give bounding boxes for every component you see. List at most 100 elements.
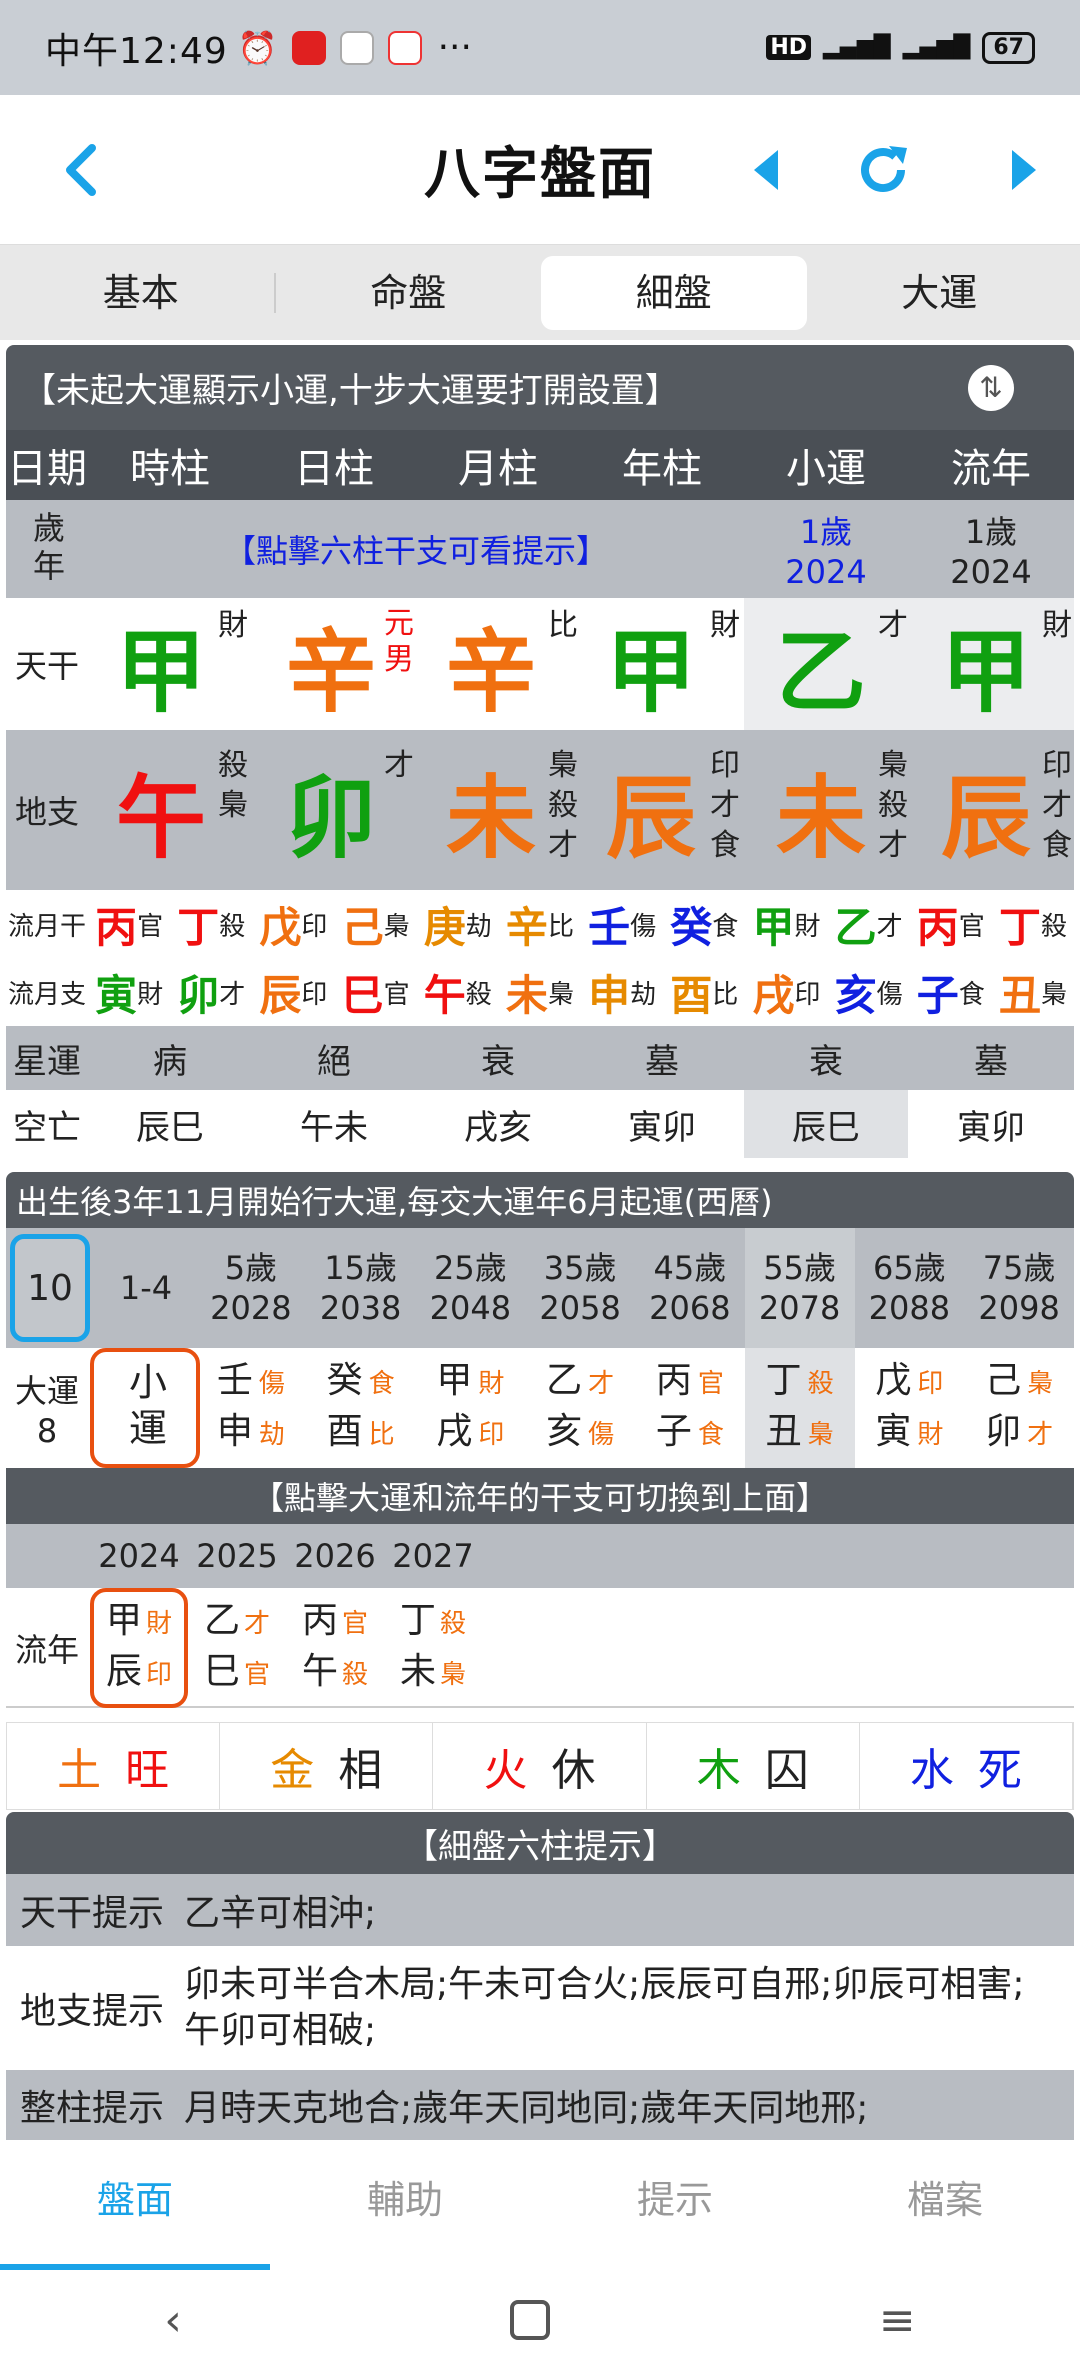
- refresh-button[interactable]: [848, 135, 918, 205]
- dayun-pillar[interactable]: 丁殺丑梟: [744, 1348, 855, 1468]
- month-pillar[interactable]: 丙官: [88, 890, 170, 958]
- month-stem-ten: 比: [548, 608, 578, 643]
- year-stem-ten: 財: [710, 608, 740, 643]
- dayun-start-button[interactable]: 10: [10, 1234, 90, 1342]
- month-pillar[interactable]: 壬傷: [581, 890, 663, 958]
- wuxing-state: 死: [977, 1745, 1022, 1796]
- dayun-year: 2058: [539, 1289, 621, 1327]
- month-pillar[interactable]: 酉比: [663, 958, 745, 1026]
- dayun-pillar[interactable]: 甲財戌印: [416, 1348, 526, 1468]
- month-pillar[interactable]: 丙官: [910, 890, 992, 958]
- system-home-icon[interactable]: [510, 2300, 551, 2340]
- col-day: 日柱: [294, 446, 374, 492]
- nav-assist[interactable]: 輔助: [270, 2140, 540, 2270]
- hour-branch[interactable]: 午: [106, 730, 216, 890]
- system-nav: ‹ ≡: [0, 2270, 1080, 2370]
- xiaoyun-branch[interactable]: 未: [766, 730, 876, 890]
- liunian-pillar[interactable]: 丁殺未梟: [384, 1588, 482, 1708]
- hour-stem[interactable]: 甲: [106, 598, 216, 730]
- wuxing-element: 水: [909, 1745, 954, 1796]
- next-arrow-button[interactable]: [990, 135, 1060, 205]
- switch-hint-text: 【點擊大運和流年的干支可切換到上面】: [251, 1479, 828, 1517]
- month-ten: 比: [712, 979, 739, 1010]
- month-pillar[interactable]: 午殺: [417, 958, 499, 1026]
- notice-text: 【未起大運顯示小運,十步大運要打開設置】: [22, 371, 679, 411]
- month-pillar[interactable]: 己梟: [335, 890, 417, 958]
- dayun-pillar[interactable]: 丙官子食: [635, 1348, 745, 1468]
- month-pillar[interactable]: 巳官: [335, 958, 417, 1026]
- system-menu-icon[interactable]: ≡: [879, 2295, 916, 2346]
- month-pillar[interactable]: 癸食: [663, 890, 745, 958]
- month-pillar[interactable]: 甲財: [745, 890, 827, 958]
- xingyun-month: 衰: [481, 1041, 515, 1082]
- month-char: 戌: [752, 970, 795, 1020]
- month-pillar[interactable]: 寅財: [88, 958, 170, 1026]
- month-pillar[interactable]: 辛比: [499, 890, 581, 958]
- month-pillar[interactable]: 丁殺: [992, 890, 1074, 958]
- dayun-branch: 亥: [546, 1411, 583, 1452]
- tab-dayun[interactable]: 大運: [807, 256, 1073, 330]
- liunian-stem-ten: 殺: [440, 1609, 467, 1639]
- month-char: 丙: [95, 902, 138, 952]
- year-branch[interactable]: 辰: [596, 730, 706, 890]
- liunian-pillar[interactable]: 乙才巳官: [188, 1588, 286, 1708]
- liunian-branch: 未: [399, 1651, 436, 1692]
- dayun-pillar[interactable]: 己梟卯才: [964, 1348, 1074, 1468]
- day-branch[interactable]: 卯: [276, 730, 386, 890]
- month-pillar[interactable]: 子食: [910, 958, 992, 1026]
- alarm-icon: ⏰: [237, 28, 278, 67]
- tab-basic[interactable]: 基本: [8, 256, 274, 330]
- liunian-branch-ten: 梟: [440, 1660, 467, 1690]
- dayun-stem: 己: [985, 1360, 1022, 1401]
- col-hour: 時柱: [130, 446, 210, 492]
- month-stem[interactable]: 辛: [436, 598, 546, 730]
- month-pillar[interactable]: 戊印: [252, 890, 334, 958]
- liunian-pillar[interactable]: 丙官午殺: [286, 1588, 384, 1708]
- tab-bar: 基本 命盤 細盤 大運: [0, 245, 1080, 340]
- month-pillar[interactable]: 庚劫: [417, 890, 499, 958]
- month-pillar[interactable]: 未梟: [499, 958, 581, 1026]
- xiaoyun-box[interactable]: 小運: [90, 1348, 200, 1468]
- kongwang-row: 空亡 辰巳 午未 戌亥 寅卯 辰巳 寅卯: [6, 1090, 1074, 1158]
- month-pillar[interactable]: 乙才: [828, 890, 910, 958]
- dayun-pillar[interactable]: 乙才亥傷: [525, 1348, 635, 1468]
- dayun-pillar[interactable]: 癸食酉比: [306, 1348, 416, 1468]
- nav-archive[interactable]: 檔案: [810, 2140, 1080, 2270]
- nav-chart[interactable]: 盤面: [0, 2140, 270, 2270]
- month-char: 午: [423, 970, 466, 1020]
- swap-icon[interactable]: ⇅: [968, 364, 1014, 411]
- dayun-stem: 乙: [546, 1360, 583, 1401]
- liunian-branch[interactable]: 辰: [931, 730, 1041, 890]
- liunian-branch-ten: 印才食: [1042, 748, 1072, 863]
- month-pillar[interactable]: 戌印: [745, 958, 827, 1026]
- month-branch[interactable]: 未: [436, 730, 546, 890]
- year-stem[interactable]: 甲: [596, 598, 706, 730]
- month-pillar[interactable]: 亥傷: [828, 958, 910, 1026]
- month-char: 子: [916, 970, 959, 1020]
- dayun-stem: 丁: [765, 1360, 802, 1401]
- liunian-stem[interactable]: 甲: [931, 598, 1041, 730]
- month-pillar[interactable]: 卯才: [170, 958, 252, 1026]
- liunian-pillar[interactable]: 甲財辰印: [90, 1588, 188, 1708]
- tab-detail[interactable]: 細盤: [541, 255, 807, 330]
- month-ten: 財: [794, 911, 821, 942]
- month-pillar[interactable]: 辰印: [252, 958, 334, 1026]
- dayun-pillar[interactable]: 戊印寅財: [855, 1348, 965, 1468]
- xiaoyun-age[interactable]: 1歲 2024: [744, 500, 908, 598]
- month-pillar[interactable]: 丁殺: [170, 890, 252, 958]
- tab-chart[interactable]: 命盤: [276, 256, 542, 330]
- dayun-pillar[interactable]: 壬傷申劫: [196, 1348, 306, 1468]
- back-button[interactable]: [45, 135, 115, 205]
- system-back-icon[interactable]: ‹: [164, 2295, 182, 2346]
- month-pillar[interactable]: 丑梟: [992, 958, 1074, 1026]
- month-pillar[interactable]: 申劫: [581, 958, 663, 1026]
- month-char: 辰: [259, 970, 302, 1020]
- prev-arrow-button[interactable]: [730, 135, 800, 205]
- six-pillar-hint[interactable]: 【點擊六柱干支可看提示】: [88, 500, 744, 598]
- nav-tips[interactable]: 提示: [540, 2140, 810, 2270]
- day-stem[interactable]: 辛: [276, 598, 386, 730]
- liunian-age[interactable]: 1歲 2024: [908, 500, 1074, 598]
- dayun-stem-ten: 殺: [807, 1369, 834, 1399]
- xiaoyun-stem[interactable]: 乙: [766, 598, 876, 730]
- dayun-stem: 癸: [326, 1360, 363, 1401]
